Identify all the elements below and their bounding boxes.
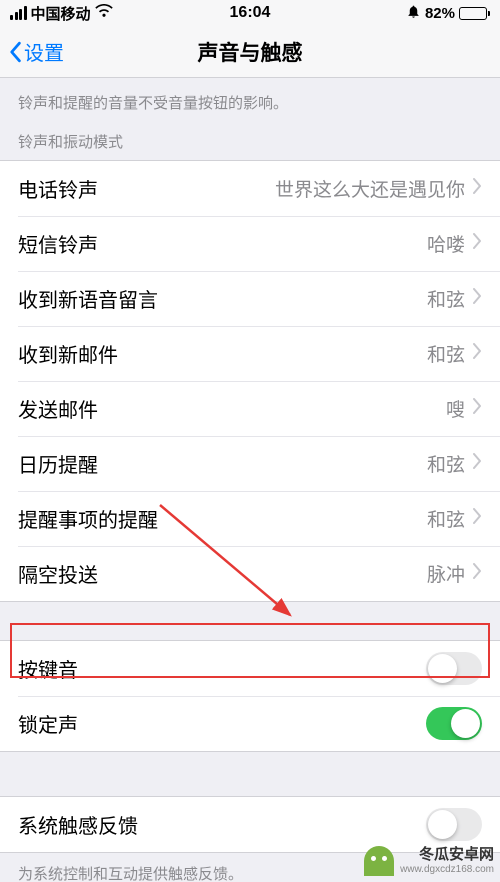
row-value: 和弦 <box>118 340 465 367</box>
battery-icon <box>459 7 490 20</box>
row-value: 和弦 <box>158 505 465 532</box>
sound-toggle-list: 按键音 锁定声 <box>0 640 500 752</box>
chevron-right-icon <box>473 232 482 255</box>
ringtone-list: 电话铃声世界这么大还是遇见你短信铃声哈喽收到新语音留言和弦收到新邮件和弦发送邮件… <box>0 160 500 602</box>
row-label: 日历提醒 <box>18 449 98 478</box>
toggle-keyboard-clicks[interactable] <box>426 652 482 685</box>
row-label: 隔空投送 <box>18 559 98 588</box>
watermark: 冬瓜安卓网 www.dgxcdz168.com <box>364 846 494 876</box>
row-value: 和弦 <box>98 450 465 477</box>
row-system-haptics[interactable]: 系统触感反馈 <box>0 797 500 852</box>
watermark-name: 冬瓜安卓网 <box>400 847 494 864</box>
chevron-right-icon <box>473 287 482 310</box>
page-title: 声音与触感 <box>0 37 500 67</box>
ringtone-row[interactable]: 隔空投送脉冲 <box>0 546 500 601</box>
android-logo-icon <box>364 846 394 876</box>
row-label: 收到新语音留言 <box>18 284 158 313</box>
ringtone-row[interactable]: 短信铃声哈喽 <box>0 216 500 271</box>
row-label: 电话铃声 <box>18 174 98 203</box>
row-keyboard-clicks[interactable]: 按键音 <box>0 641 500 696</box>
status-bar: 中国移动 16:04 82% <box>0 0 500 26</box>
ringtone-row[interactable]: 提醒事项的提醒和弦 <box>0 491 500 546</box>
watermark-url: www.dgxcdz168.com <box>400 864 494 875</box>
volume-note: 铃声和提醒的音量不受音量按钮的影响。 <box>0 78 500 121</box>
chevron-right-icon <box>473 397 482 420</box>
chevron-right-icon <box>473 177 482 200</box>
row-value: 世界这么大还是遇见你 <box>98 175 465 202</box>
row-value: 和弦 <box>158 285 465 312</box>
row-value: 嗖 <box>98 395 465 422</box>
row-label: 发送邮件 <box>18 394 98 423</box>
chevron-right-icon <box>473 562 482 585</box>
keyboard-clicks-label: 按键音 <box>18 654 78 683</box>
ringtone-row[interactable]: 发送邮件嗖 <box>0 381 500 436</box>
system-haptics-label: 系统触感反馈 <box>18 810 138 839</box>
haptics-list: 系统触感反馈 <box>0 796 500 853</box>
row-lock-sound[interactable]: 锁定声 <box>0 696 500 751</box>
ringtone-row[interactable]: 电话铃声世界这么大还是遇见你 <box>0 161 500 216</box>
lock-sound-label: 锁定声 <box>18 709 78 738</box>
status-time: 16:04 <box>0 4 500 22</box>
ringtone-row[interactable]: 日历提醒和弦 <box>0 436 500 491</box>
ringtone-row[interactable]: 收到新邮件和弦 <box>0 326 500 381</box>
row-label: 提醒事项的提醒 <box>18 504 158 533</box>
toggle-system-haptics[interactable] <box>426 808 482 841</box>
row-label: 收到新邮件 <box>18 339 118 368</box>
section-header-ringtones: 铃声和振动模式 <box>0 121 500 160</box>
row-value: 哈喽 <box>98 230 465 257</box>
chevron-right-icon <box>473 507 482 530</box>
ringtone-row[interactable]: 收到新语音留言和弦 <box>0 271 500 326</box>
chevron-right-icon <box>473 452 482 475</box>
row-value: 脉冲 <box>98 560 465 587</box>
watermark-text: 冬瓜安卓网 www.dgxcdz168.com <box>400 847 494 875</box>
toggle-lock-sound[interactable] <box>426 707 482 740</box>
chevron-right-icon <box>473 342 482 365</box>
row-label: 短信铃声 <box>18 229 98 258</box>
navigation-bar: 设置 声音与触感 <box>0 26 500 78</box>
